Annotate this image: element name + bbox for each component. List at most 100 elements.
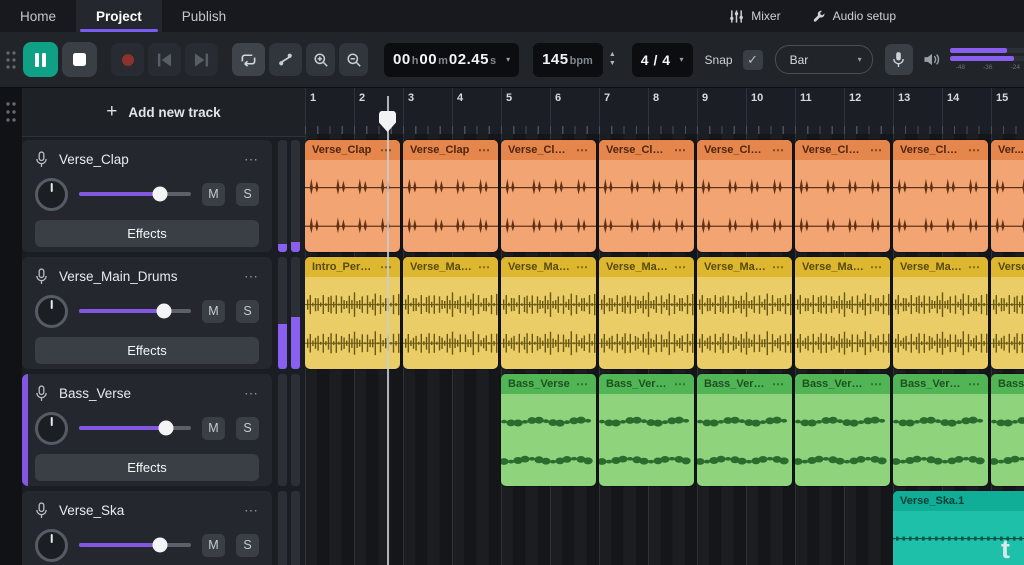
audio-clip[interactable]: Bass_Verse.3⋯: [795, 374, 890, 486]
pan-knob[interactable]: [35, 295, 68, 328]
tempo-stepper[interactable]: ▲▼: [609, 52, 616, 67]
audio-clip[interactable]: Verse_Main_...⋯: [893, 257, 988, 369]
volume-slider[interactable]: [79, 543, 191, 547]
tab-publish[interactable]: Publish: [162, 0, 246, 32]
time-display[interactable]: 00h00m02.45s ▾: [384, 43, 519, 77]
mute-button[interactable]: M: [202, 417, 225, 440]
mute-button[interactable]: M: [202, 183, 225, 206]
audio-setup-button[interactable]: Audio setup: [811, 9, 896, 24]
speaker-icon[interactable]: [923, 52, 940, 67]
audio-clip[interactable]: Bass_Verse.2⋯: [697, 374, 792, 486]
track-card[interactable]: Bass_Verse ⋯ M S Effects: [22, 374, 272, 486]
audio-clip[interactable]: Verse_Clap...⋯: [795, 140, 890, 252]
audio-clip[interactable]: Verse_Clap.1.1⋯: [599, 140, 694, 252]
clip-menu-button[interactable]: ⋯: [478, 143, 491, 157]
clip-menu-button[interactable]: ⋯: [674, 377, 687, 391]
zoom-in-button[interactable]: [306, 43, 335, 76]
effects-button[interactable]: Effects: [35, 220, 259, 247]
audio-clip[interactable]: Bass_V...⋯: [991, 374, 1024, 486]
add-new-track-button[interactable]: + Add new track: [22, 88, 305, 137]
volume-slider-thumb[interactable]: [159, 421, 174, 436]
input-mic-button[interactable]: [885, 44, 913, 75]
clip-menu-button[interactable]: ⋯: [772, 143, 785, 157]
audio-clip[interactable]: Verse_Clap...⋯: [697, 140, 792, 252]
clip-menu-button[interactable]: ⋯: [478, 260, 491, 274]
clip-menu-button[interactable]: ⋯: [870, 143, 883, 157]
tab-project[interactable]: Project: [76, 0, 162, 32]
audio-clip[interactable]: Verse_...⋯: [991, 257, 1024, 369]
loop-button[interactable]: [232, 43, 265, 76]
clip-menu-button[interactable]: ⋯: [772, 260, 785, 274]
grid-select[interactable]: Bar ▾: [775, 45, 873, 74]
track-card[interactable]: Verse_Ska ⋯ M S Effects: [22, 491, 272, 565]
tempo-display[interactable]: 145 bpm: [533, 43, 603, 77]
time-signature-display[interactable]: 4 / 4 ▾: [632, 43, 693, 77]
skip-to-end-button[interactable]: [185, 43, 218, 76]
snap-checkbox[interactable]: ✓: [743, 50, 763, 70]
pan-knob[interactable]: [35, 412, 68, 445]
mute-button[interactable]: M: [202, 300, 225, 323]
track-card[interactable]: Verse_Clap ⋯ M S Effects: [22, 140, 272, 252]
effects-button[interactable]: Effects: [35, 337, 259, 364]
mute-button[interactable]: M: [202, 534, 225, 557]
time-signature-caret-icon[interactable]: ▾: [680, 55, 684, 64]
pan-knob[interactable]: [35, 529, 68, 562]
transport-drag-handle[interactable]: [5, 49, 17, 71]
audio-clip[interactable]: Verse_Main_...⋯: [501, 257, 596, 369]
clip-menu-button[interactable]: ⋯: [576, 260, 589, 274]
audio-clip[interactable]: Bass_Verse⋯: [501, 374, 596, 486]
audio-clip[interactable]: Verse_Main_...⋯: [403, 257, 498, 369]
time-display-caret-icon[interactable]: ▾: [506, 55, 510, 64]
solo-button[interactable]: S: [236, 534, 259, 557]
automation-button[interactable]: [269, 43, 302, 76]
volume-slider[interactable]: [79, 192, 191, 196]
volume-slider-thumb[interactable]: [152, 538, 167, 553]
nav-actions: Mixer Audio setup: [729, 0, 896, 32]
solo-button[interactable]: S: [236, 300, 259, 323]
effects-button[interactable]: Effects: [35, 454, 259, 481]
audio-clip[interactable]: Bass_Verse...⋯: [893, 374, 988, 486]
audio-clip[interactable]: Verse_Main_...⋯: [599, 257, 694, 369]
clip-menu-button[interactable]: ⋯: [968, 377, 981, 391]
audio-clip[interactable]: Bass_Verse.1⋯: [599, 374, 694, 486]
track-menu-button[interactable]: ⋯: [244, 385, 259, 402]
track-menu-button[interactable]: ⋯: [244, 268, 259, 285]
audio-clip[interactable]: Verse_Clap.1⋯: [501, 140, 596, 252]
track-menu-button[interactable]: ⋯: [244, 151, 259, 168]
clip-menu-button[interactable]: ⋯: [576, 377, 589, 391]
clip-menu-button[interactable]: ⋯: [576, 143, 589, 157]
audio-clip[interactable]: Intro_Percus...⋯: [305, 257, 400, 369]
stop-button[interactable]: [62, 42, 97, 77]
clip-menu-button[interactable]: ⋯: [674, 260, 687, 274]
tab-home[interactable]: Home: [0, 0, 76, 32]
tracklist-drag-handle[interactable]: [5, 100, 17, 126]
audio-clip[interactable]: Verse_Clap...⋯: [893, 140, 988, 252]
audio-clip[interactable]: Verse_Main_...⋯: [697, 257, 792, 369]
timeline-ruler[interactable]: 123456789101112131415: [305, 88, 1024, 134]
audio-clip[interactable]: Verse_Main_...⋯: [795, 257, 890, 369]
pause-button[interactable]: [23, 42, 58, 77]
volume-slider[interactable]: [79, 309, 191, 313]
record-button[interactable]: [111, 43, 144, 76]
solo-button[interactable]: S: [236, 183, 259, 206]
skip-to-start-button[interactable]: [148, 43, 181, 76]
clip-menu-button[interactable]: ⋯: [870, 260, 883, 274]
clip-menu-button[interactable]: ⋯: [674, 143, 687, 157]
audio-clip[interactable]: Verse_Clap⋯: [305, 140, 400, 252]
audio-clip[interactable]: Verse_Clap⋯: [403, 140, 498, 252]
timeline-grid[interactable]: Verse_Clap⋯Verse_Clap⋯Verse_Clap.1⋯Verse…: [305, 134, 1024, 565]
audio-clip[interactable]: Ver...⋯: [991, 140, 1024, 252]
volume-slider-thumb[interactable]: [157, 304, 172, 319]
solo-button[interactable]: S: [236, 417, 259, 440]
mixer-button[interactable]: Mixer: [729, 9, 780, 24]
clip-menu-button[interactable]: ⋯: [870, 377, 883, 391]
track-menu-button[interactable]: ⋯: [244, 502, 259, 519]
track-card[interactable]: Verse_Main_Drums ⋯ M S Effects: [22, 257, 272, 369]
zoom-out-button[interactable]: [339, 43, 368, 76]
clip-menu-button[interactable]: ⋯: [772, 377, 785, 391]
volume-slider-thumb[interactable]: [152, 187, 167, 202]
clip-menu-button[interactable]: ⋯: [968, 143, 981, 157]
pan-knob[interactable]: [35, 178, 68, 211]
clip-menu-button[interactable]: ⋯: [968, 260, 981, 274]
volume-slider[interactable]: [79, 426, 191, 430]
